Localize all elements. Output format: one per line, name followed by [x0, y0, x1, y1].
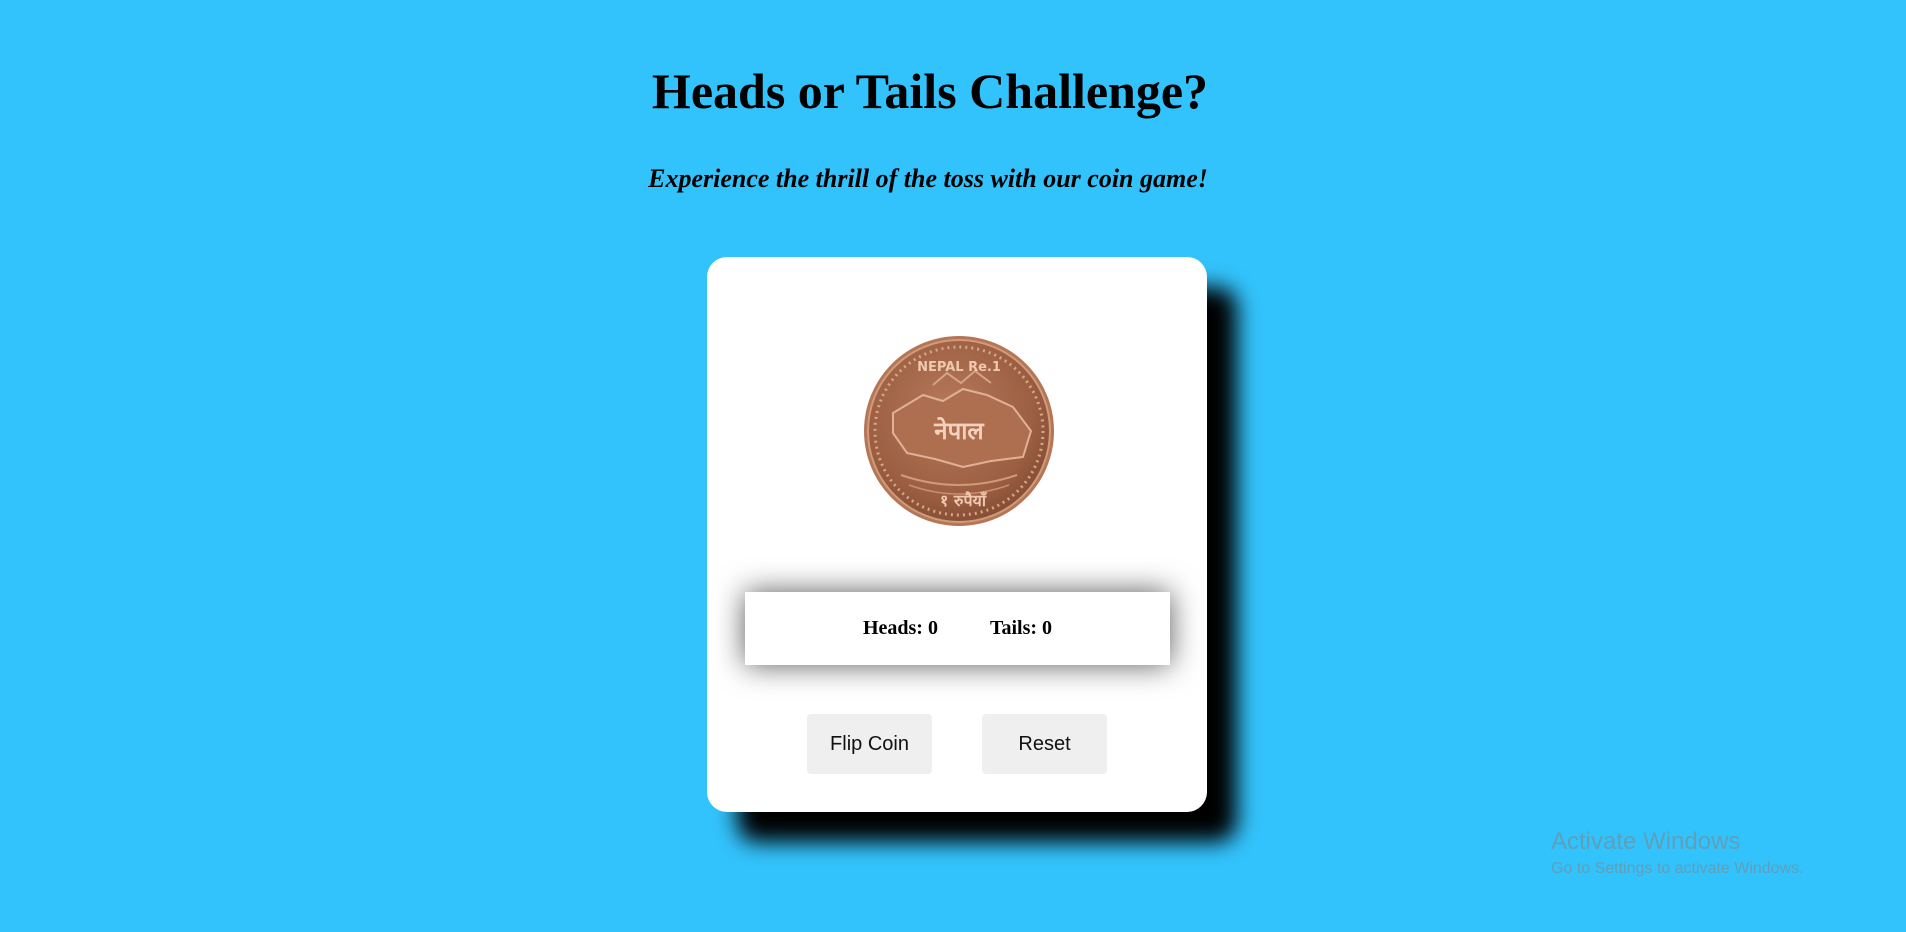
tails-count: Tails: 0 — [989, 617, 1053, 639]
score-box: Heads: 0 Tails: 0 — [745, 592, 1170, 665]
page-subtitle: Experience the thrill of the toss with o… — [648, 164, 1208, 193]
coin-face-text: नेपाल — [933, 417, 985, 445]
watermark-title: Activate Windows — [1551, 828, 1741, 855]
coin-country-text: NEPAL Re.1 — [917, 360, 1001, 375]
page-title: Heads or Tails Challenge? — [651, 63, 1209, 119]
game-card: NEPAL Re.1 नेपाल १ रुपैयाँ Heads: 0 Tail… — [707, 257, 1207, 812]
coin-icon: NEPAL Re.1 नेपाल १ रुपैयाँ — [863, 335, 1055, 527]
watermark-subtitle: Go to Settings to activate Windows. — [1551, 860, 1804, 877]
reset-button[interactable]: Reset — [982, 714, 1107, 774]
heads-count: Heads: 0 — [862, 617, 938, 639]
flip-coin-button[interactable]: Flip Coin — [807, 714, 932, 774]
activate-windows-watermark: Activate Windows Go to Settings to activ… — [1551, 828, 1804, 880]
coin-value-text: १ रुपैयाँ — [940, 491, 988, 510]
